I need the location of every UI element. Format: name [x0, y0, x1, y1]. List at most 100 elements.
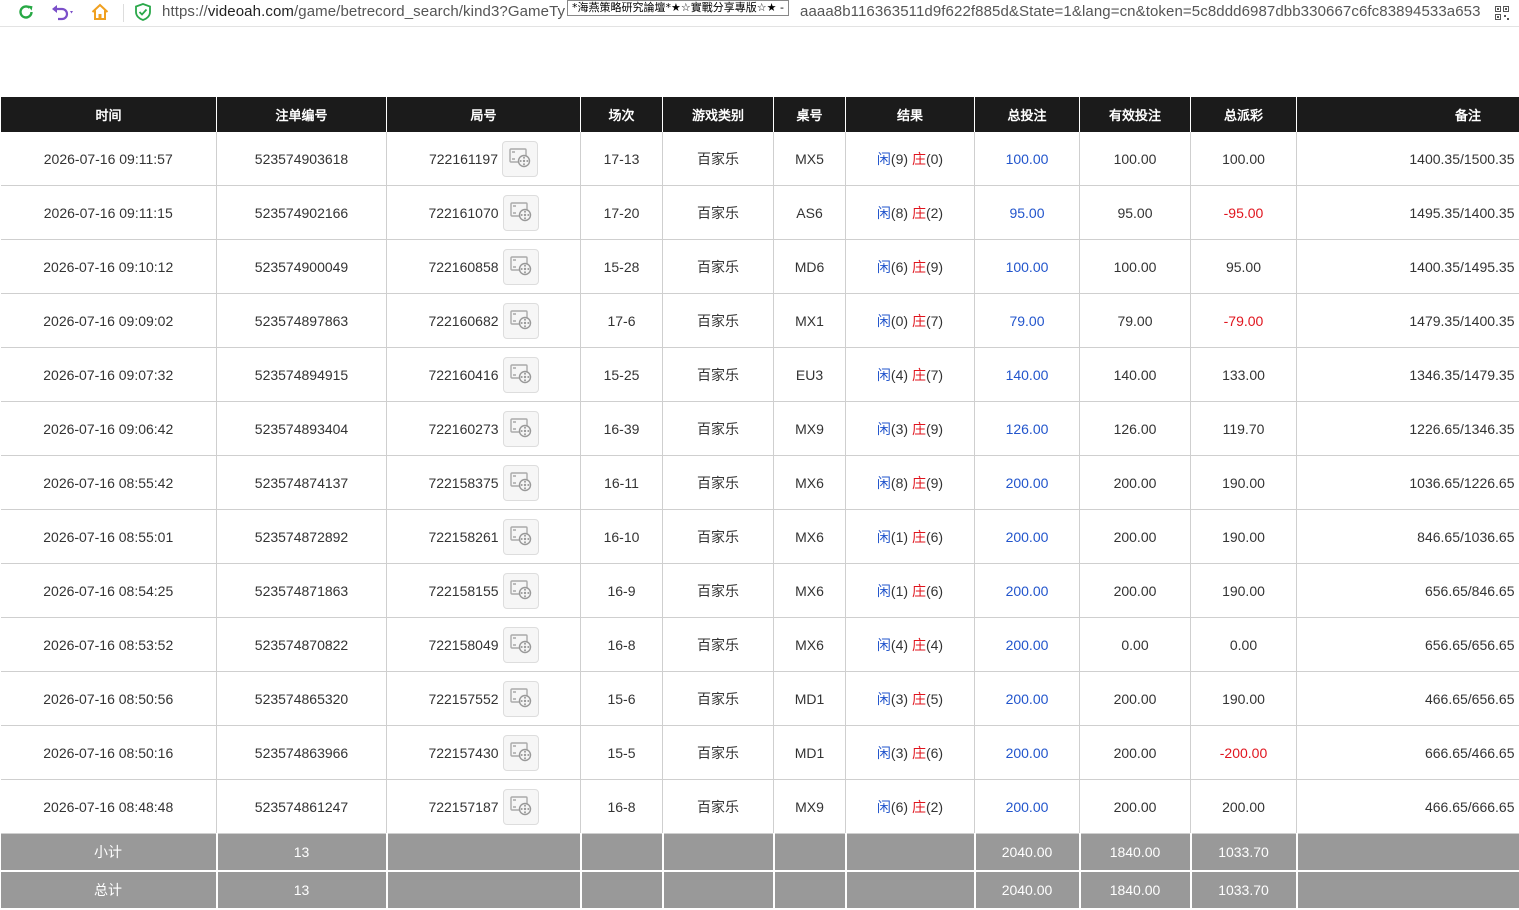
video-replay-button[interactable] — [503, 681, 539, 717]
banker-score: (5) — [926, 691, 943, 707]
video-replay-button[interactable] — [503, 519, 539, 555]
undo-icon[interactable] — [50, 2, 76, 22]
cell-round: 722157552 — [387, 672, 581, 726]
cell-round: 722158155 — [387, 564, 581, 618]
banker-label: 庄 — [912, 313, 926, 329]
film-reel-icon — [509, 362, 533, 387]
header-valid-bet[interactable]: 有效投注 — [1080, 97, 1191, 132]
video-replay-button[interactable] — [503, 735, 539, 771]
video-replay-button[interactable] — [503, 249, 539, 285]
grandtotal-empty — [774, 871, 846, 909]
banker-label: 庄 — [912, 475, 926, 491]
header-payout[interactable]: 总派彩 — [1191, 97, 1297, 132]
secure-shield-icon[interactable] — [134, 2, 152, 22]
banker-score: (0) — [926, 151, 943, 167]
video-replay-button[interactable] — [502, 141, 538, 177]
cell-round: 722158261 — [387, 510, 581, 564]
cell-table-no: MD1 — [774, 726, 846, 780]
cell-time: 2026-07-16 09:09:02 — [1, 294, 217, 348]
cell-game-type: 百家乐 — [663, 294, 774, 348]
video-replay-button[interactable] — [503, 573, 539, 609]
video-replay-button[interactable] — [503, 789, 539, 825]
cell-note: 1036.65/1226.65 — [1297, 456, 1519, 510]
cell-round: 722160273 — [387, 402, 581, 456]
cell-total-bet: 100.00 — [975, 240, 1080, 294]
cell-payout: 200.00 — [1191, 780, 1297, 834]
film-reel-icon — [509, 470, 533, 495]
header-table-no[interactable]: 桌号 — [774, 97, 846, 132]
table-row: 2026-07-16 09:06:42523574893404722160273… — [1, 402, 1519, 456]
banker-label: 庄 — [912, 421, 926, 437]
player-score: (6) — [891, 259, 908, 275]
player-score: (8) — [891, 205, 908, 221]
player-label: 闲 — [877, 799, 891, 815]
video-replay-button[interactable] — [503, 411, 539, 447]
cell-round: 722157430 — [387, 726, 581, 780]
video-replay-button[interactable] — [503, 465, 539, 501]
cell-time: 2026-07-16 08:55:01 — [1, 510, 217, 564]
banker-score: (6) — [926, 583, 943, 599]
player-label: 闲 — [877, 529, 891, 545]
header-round[interactable]: 局号 — [387, 97, 581, 132]
cell-shoe: 17-6 — [581, 294, 663, 348]
grandtotal-empty — [846, 871, 975, 909]
header-total-bet[interactable]: 总投注 — [975, 97, 1080, 132]
player-score: (3) — [891, 745, 908, 761]
cell-shoe: 15-25 — [581, 348, 663, 402]
cell-table-no: MX6 — [774, 564, 846, 618]
cell-total-bet: 200.00 — [975, 726, 1080, 780]
player-score: (3) — [891, 421, 908, 437]
header-bet-id[interactable]: 注单编号 — [217, 97, 387, 132]
player-score: (4) — [891, 367, 908, 383]
cell-payout: 190.00 — [1191, 564, 1297, 618]
round-number: 722160682 — [428, 313, 498, 329]
cell-round: 722160858 — [387, 240, 581, 294]
home-icon[interactable] — [90, 2, 110, 22]
cell-table-no: MX6 — [774, 510, 846, 564]
table-row: 2026-07-16 08:48:48523574861247722157187… — [1, 780, 1519, 834]
banker-label: 庄 — [912, 529, 926, 545]
table-row: 2026-07-16 08:55:42523574874137722158375… — [1, 456, 1519, 510]
video-replay-button[interactable] — [503, 303, 539, 339]
cell-payout: 190.00 — [1191, 456, 1297, 510]
video-replay-button[interactable] — [503, 357, 539, 393]
cell-payout: -79.00 — [1191, 294, 1297, 348]
player-label: 闲 — [877, 583, 891, 599]
round-number: 722158375 — [428, 475, 498, 491]
cell-table-no: EU3 — [774, 348, 846, 402]
cell-round: 722160416 — [387, 348, 581, 402]
cell-time: 2026-07-16 09:10:12 — [1, 240, 217, 294]
cell-total-bet: 200.00 — [975, 510, 1080, 564]
cell-time: 2026-07-16 09:11:15 — [1, 186, 217, 240]
cell-result: 闲(3) 庄(6) — [846, 726, 975, 780]
banker-score: (7) — [926, 367, 943, 383]
reload-icon[interactable] — [16, 2, 36, 22]
cell-game-type: 百家乐 — [663, 564, 774, 618]
cell-shoe: 17-13 — [581, 132, 663, 186]
header-shoe[interactable]: 场次 — [581, 97, 663, 132]
round-number: 722160858 — [428, 259, 498, 275]
cell-result: 闲(0) 庄(7) — [846, 294, 975, 348]
cell-payout: 95.00 — [1191, 240, 1297, 294]
address-bar-tail[interactable]: aaaa8b116363511d9f622f885d&State=1&lang=… — [800, 3, 1480, 21]
header-note[interactable]: 备注 — [1297, 97, 1519, 132]
cell-payout: 119.70 — [1191, 402, 1297, 456]
round-number: 722158155 — [428, 583, 498, 599]
video-replay-button[interactable] — [503, 195, 539, 231]
header-result[interactable]: 结果 — [846, 97, 975, 132]
banker-label: 庄 — [912, 151, 926, 167]
toolbar-divider — [123, 4, 124, 22]
cell-total-bet: 200.00 — [975, 618, 1080, 672]
url-host: videoah.com — [208, 3, 294, 20]
cell-total-bet: 100.00 — [975, 132, 1080, 186]
cell-shoe: 16-9 — [581, 564, 663, 618]
qr-code-icon[interactable] — [1495, 5, 1509, 24]
cell-valid-bet: 200.00 — [1080, 456, 1191, 510]
header-time[interactable]: 时间 — [1, 97, 217, 132]
video-replay-button[interactable] — [503, 627, 539, 663]
cell-bet-id: 523574900049 — [217, 240, 387, 294]
banker-score: (9) — [926, 421, 943, 437]
header-game-type[interactable]: 游戏类别 — [663, 97, 774, 132]
player-label: 闲 — [877, 421, 891, 437]
cell-time: 2026-07-16 09:11:57 — [1, 132, 217, 186]
